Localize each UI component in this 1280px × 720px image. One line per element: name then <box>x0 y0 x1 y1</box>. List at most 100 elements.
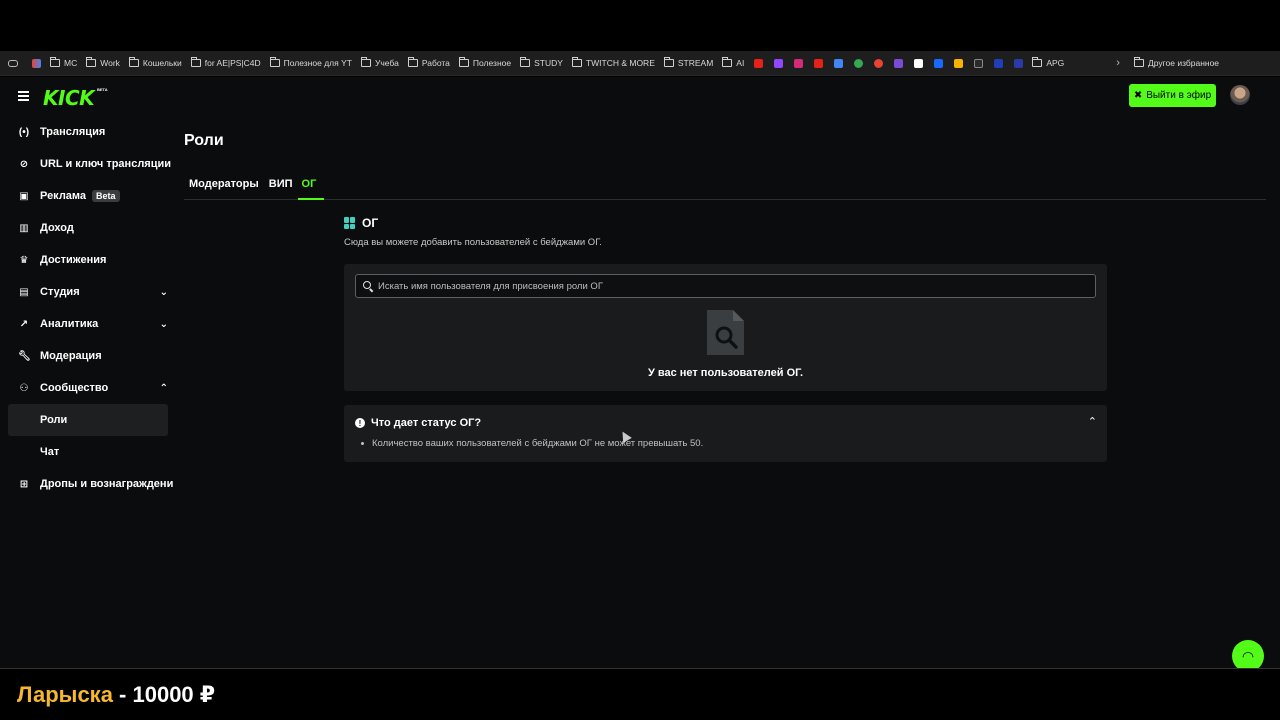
section-description: Сюда вы можете добавить пользователей с … <box>344 237 602 248</box>
translate-icon[interactable] <box>834 58 844 68</box>
go-live-button[interactable]: ✖ Выйти в эфир <box>1129 84 1216 107</box>
chevron-down-icon[interactable]: ⌄ <box>160 287 168 298</box>
app-icon[interactable] <box>894 58 904 68</box>
bookmark-apg[interactable]: APG <box>1032 57 1064 68</box>
maps-icon[interactable] <box>854 58 864 68</box>
bookmark-ai[interactable]: AI <box>722 57 744 68</box>
sidebar-item-label: Студия <box>40 286 80 298</box>
donation-text: Ларыска - 10000 ₽ <box>17 682 215 708</box>
wrench-icon: 🔧︎ <box>18 350 31 362</box>
trophy-icon: ♛ <box>19 254 29 266</box>
info-icon: ! <box>355 418 365 428</box>
ae-icon[interactable] <box>974 58 984 68</box>
chevron-right-icon[interactable]: › <box>1116 57 1120 69</box>
notion-icon[interactable] <box>914 58 924 68</box>
sidebar-item-label: Доход <box>40 222 74 234</box>
youtube-icon[interactable] <box>754 58 764 68</box>
sidebar: (•) Трансляция ⊘ URL и ключ трансляции ▣… <box>8 116 178 500</box>
tab-moderators[interactable]: Модераторы <box>184 173 264 200</box>
sidebar-item-achievements[interactable]: ♛ Достижения <box>8 244 178 276</box>
keep-icon[interactable] <box>954 58 964 68</box>
beta-badge: Beta <box>92 190 120 202</box>
sidebar-item-roles[interactable]: Роли <box>8 404 168 436</box>
bookmark-useful-yt[interactable]: Полезное для YT <box>269 57 352 68</box>
dark-blue-icon[interactable] <box>1014 58 1024 68</box>
page-title: Роли <box>184 132 224 149</box>
role-tabs: Модераторы ВИП ОГ <box>184 173 1266 200</box>
donation-overlay: Ларыска - 10000 ₽ <box>0 668 1280 720</box>
faq-question[interactable]: ! Что дает статус ОГ? <box>355 417 481 429</box>
sidebar-item-drops[interactable]: ⊞ Дропы и вознаграждени <box>8 468 178 500</box>
blue-icon[interactable] <box>994 58 1004 68</box>
donor-name: Ларыска <box>17 682 113 707</box>
chevron-up-icon[interactable]: ⌃ <box>1088 415 1097 428</box>
faq-accordion[interactable]: ! Что дает статус ОГ? ⌃ Количество ваших… <box>344 405 1107 462</box>
chevron-up-icon[interactable]: ⌃ <box>160 383 168 394</box>
twitch-icon[interactable] <box>774 58 784 68</box>
gift-icon: ⊞ <box>19 478 29 490</box>
empty-file-search-icon <box>707 310 744 355</box>
sidebar-item-label: Дропы и вознаграждени <box>40 478 174 490</box>
bookmark-other[interactable]: Другое избранное <box>1133 57 1219 68</box>
gmail-icon[interactable] <box>32 58 41 68</box>
sidebar-item-label: Роли <box>40 414 68 426</box>
sidebar-item-moderation[interactable]: 🔧︎ Модерация <box>8 340 178 372</box>
youtube-icon-2[interactable] <box>814 58 824 68</box>
analytics-icon: ↗ <box>19 318 29 330</box>
sidebar-item-url-key[interactable]: ⊘ URL и ключ трансляции <box>8 148 178 180</box>
bookmark-work[interactable]: Work <box>86 57 120 68</box>
top-letterbox <box>0 0 1280 51</box>
studio-icon: ▤ <box>19 286 29 298</box>
sidebar-item-chat[interactable]: Чат <box>8 436 178 468</box>
kick-logo[interactable]: KICK <box>43 86 95 110</box>
bullet-icon <box>361 441 364 445</box>
bookmark-useful[interactable]: Полезное <box>458 57 511 68</box>
search-icon <box>363 280 374 292</box>
sidebar-item-label: Реклама <box>40 190 87 202</box>
bookmark-ae-ps-c4d[interactable]: for AE|PS|C4D <box>190 57 261 68</box>
ad-icon: ▣ <box>19 190 29 202</box>
instagram-icon[interactable] <box>794 58 804 68</box>
sidebar-item-label: Аналитика <box>40 318 99 330</box>
search-input[interactable]: Искать имя пользователя для присвоения р… <box>355 274 1096 298</box>
bookmark-stream[interactable]: STREAM <box>663 57 713 68</box>
chat-bubble-icon: ◠ <box>1242 647 1254 664</box>
bookmark-study-ru[interactable]: Учеба <box>360 57 399 68</box>
sidebar-item-label: Сообщество <box>40 382 109 394</box>
apps-icon[interactable] <box>8 59 18 67</box>
avatar[interactable] <box>1230 85 1250 105</box>
bookmark-study[interactable]: STUDY <box>520 57 563 68</box>
og-badge-icon <box>344 217 356 229</box>
bookmark-twitch-more[interactable]: TWITCH & MORE <box>571 57 655 68</box>
donation-amount: - 10000 ₽ <box>112 682 216 707</box>
section-title: ОГ <box>362 216 379 230</box>
sidebar-item-ads[interactable]: ▣ Реклама Beta <box>8 180 178 212</box>
chevron-down-icon[interactable]: ⌄ <box>160 319 168 330</box>
broadcast-icon: (•) <box>18 126 30 138</box>
sidebar-item-broadcast[interactable]: (•) Трансляция <box>8 116 178 148</box>
section-heading: ОГ <box>344 216 378 230</box>
app: KICK BETA ✖ Выйти в эфир (•) Трансляция … <box>0 77 1280 672</box>
faq-answer-text: Количество ваших пользователей с бейджам… <box>372 438 704 449</box>
bookmark-mc[interactable]: MC <box>50 57 77 68</box>
sidebar-item-label: URL и ключ трансляции <box>40 158 172 170</box>
community-icon: ⚇ <box>19 382 29 394</box>
bookmark-job[interactable]: Работа <box>407 57 450 68</box>
income-icon: ▥ <box>19 222 29 234</box>
menu-icon[interactable] <box>18 91 29 103</box>
sidebar-item-studio[interactable]: ▤ Студия ⌄ <box>8 276 178 308</box>
sidebar-item-community[interactable]: ⚇ Сообщество ⌃ <box>8 372 178 404</box>
sidebar-item-analytics[interactable]: ↗ Аналитика ⌄ <box>8 308 178 340</box>
bookmark-wallets[interactable]: Кошельки <box>128 57 182 68</box>
sidebar-item-income[interactable]: ▥ Доход <box>8 212 178 244</box>
behance-icon[interactable] <box>934 58 944 68</box>
tab-og[interactable]: ОГ <box>297 173 325 200</box>
og-users-panel: Искать имя пользователя для присвоения р… <box>344 264 1107 391</box>
pin-icon[interactable] <box>874 58 884 68</box>
kick-mark-icon: ✖ <box>1133 90 1143 101</box>
bookmarks-bar: MC Work Кошельки for AE|PS|C4D Полезное … <box>0 51 1280 76</box>
tab-vip[interactable]: ВИП <box>264 173 298 200</box>
logo-beta-badge: BETA <box>97 87 108 92</box>
search-placeholder: Искать имя пользователя для присвоения р… <box>378 280 603 292</box>
link-icon: ⊘ <box>19 158 29 170</box>
